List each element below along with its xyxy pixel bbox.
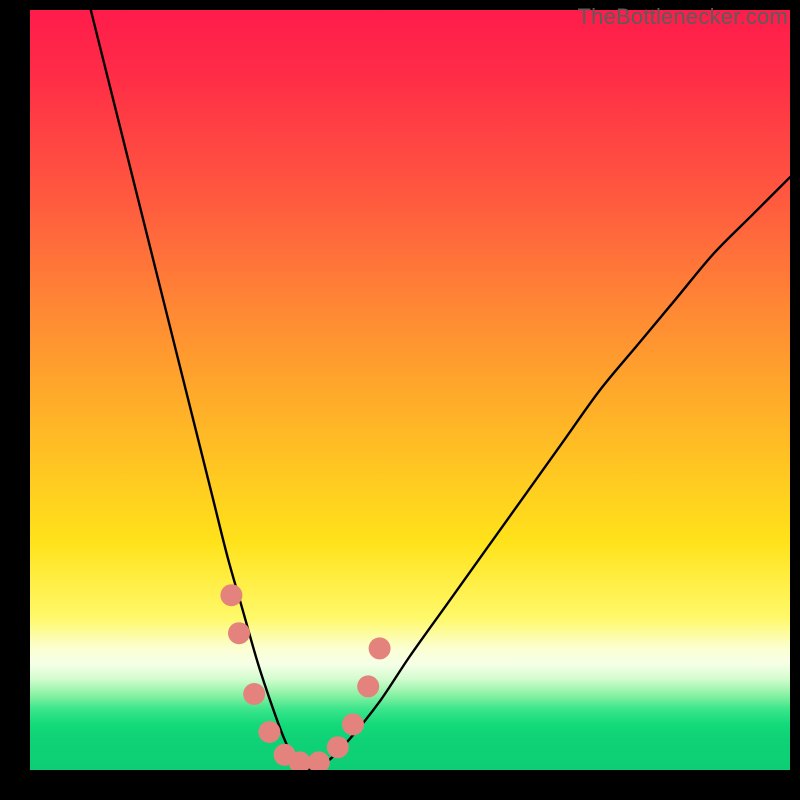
data-dot bbox=[258, 721, 280, 743]
data-dot bbox=[369, 637, 391, 659]
curve-layer bbox=[30, 10, 790, 770]
data-dot bbox=[220, 584, 242, 606]
data-dot bbox=[228, 622, 250, 644]
plot-area bbox=[30, 10, 790, 770]
data-dot bbox=[357, 675, 379, 697]
data-dot bbox=[243, 683, 265, 705]
data-dot bbox=[342, 713, 364, 735]
data-dots bbox=[220, 584, 390, 770]
data-dot bbox=[327, 736, 349, 758]
data-dot bbox=[308, 751, 330, 770]
watermark-text: TheBottlenecker.com bbox=[578, 4, 788, 30]
chart-frame: TheBottlenecker.com bbox=[0, 0, 800, 800]
bottleneck-curve bbox=[91, 10, 790, 770]
